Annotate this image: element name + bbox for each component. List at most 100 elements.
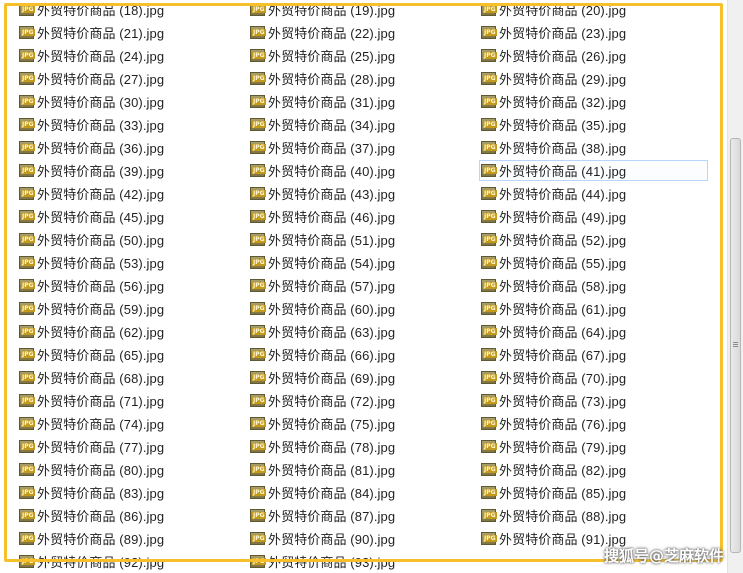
file-item[interactable]: 外贸特价商品 (30).jpg: [17, 91, 248, 112]
file-item[interactable]: 外贸特价商品 (61).jpg: [479, 298, 710, 319]
file-item[interactable]: 外贸特价商品 (35).jpg: [479, 114, 710, 135]
file-item[interactable]: 外贸特价商品 (54).jpg: [248, 252, 479, 273]
jpg-file-icon: [250, 325, 266, 338]
file-item[interactable]: 外贸特价商品 (24).jpg: [17, 45, 248, 66]
file-item[interactable]: 外贸特价商品 (58).jpg: [479, 275, 710, 296]
file-item[interactable]: 外贸特价商品 (36).jpg: [17, 137, 248, 158]
jpg-file-icon: [250, 256, 266, 269]
file-item[interactable]: 外贸特价商品 (85).jpg: [479, 482, 710, 503]
file-item[interactable]: 外贸特价商品 (84).jpg: [248, 482, 479, 503]
file-item[interactable]: 外贸特价商品 (52).jpg: [479, 229, 710, 250]
file-item[interactable]: 外贸特价商品 (21).jpg: [17, 22, 248, 43]
file-item[interactable]: 外贸特价商品 (40).jpg: [248, 160, 479, 181]
file-item[interactable]: 外贸特价商品 (37).jpg: [248, 137, 479, 158]
file-item[interactable]: 外贸特价商品 (66).jpg: [248, 344, 479, 365]
scrollbar-thumb[interactable]: [730, 138, 741, 553]
file-item[interactable]: 外贸特价商品 (44).jpg: [479, 183, 710, 204]
jpg-file-icon: [250, 3, 266, 16]
file-item[interactable]: 外贸特价商品 (41).jpg: [479, 160, 708, 181]
file-name: 外贸特价商品 (33).jpg: [37, 118, 165, 133]
file-item[interactable]: 外贸特价商品 (43).jpg: [248, 183, 479, 204]
file-item[interactable]: 外贸特价商品 (88).jpg: [479, 505, 710, 526]
jpg-file-icon: [250, 555, 266, 568]
file-item[interactable]: 外贸特价商品 (26).jpg: [479, 45, 710, 66]
file-item[interactable]: 外贸特价商品 (83).jpg: [17, 482, 248, 503]
file-item[interactable]: 外贸特价商品 (46).jpg: [248, 206, 479, 227]
vertical-scrollbar[interactable]: [727, 0, 743, 573]
file-item[interactable]: 外贸特价商品 (60).jpg: [248, 298, 479, 319]
jpg-file-icon: [19, 509, 35, 522]
file-item[interactable]: 外贸特价商品 (25).jpg: [248, 45, 479, 66]
file-item[interactable]: 外贸特价商品 (19).jpg: [248, 0, 479, 20]
file-item[interactable]: 外贸特价商品 (72).jpg: [248, 390, 479, 411]
file-item[interactable]: 外贸特价商品 (45).jpg: [17, 206, 248, 227]
file-item[interactable]: 外贸特价商品 (79).jpg: [479, 436, 710, 457]
file-item[interactable]: 外贸特价商品 (90).jpg: [248, 528, 479, 549]
file-item[interactable]: 外贸特价商品 (42).jpg: [17, 183, 248, 204]
jpg-file-icon: [481, 486, 497, 499]
jpg-file-icon: [19, 325, 35, 338]
file-item[interactable]: 外贸特价商品 (57).jpg: [248, 275, 479, 296]
file-item[interactable]: 外贸特价商品 (59).jpg: [17, 298, 248, 319]
file-item[interactable]: 外贸特价商品 (75).jpg: [248, 413, 479, 434]
file-item[interactable]: 外贸特价商品 (38).jpg: [479, 137, 710, 158]
thumb-grip-line: [733, 344, 738, 345]
file-item[interactable]: 外贸特价商品 (55).jpg: [479, 252, 710, 273]
file-item[interactable]: 外贸特价商品 (67).jpg: [479, 344, 710, 365]
file-item[interactable]: 外贸特价商品 (32).jpg: [479, 91, 710, 112]
file-item[interactable]: 外贸特价商品 (31).jpg: [248, 91, 479, 112]
file-name: 外贸特价商品 (46).jpg: [268, 210, 396, 225]
jpg-file-icon: [481, 279, 497, 292]
file-name: 外贸特价商品 (19).jpg: [268, 3, 396, 18]
file-name: 外贸特价商品 (57).jpg: [268, 279, 396, 294]
file-item[interactable]: 外贸特价商品 (78).jpg: [248, 436, 479, 457]
file-item[interactable]: 外贸特价商品 (77).jpg: [17, 436, 248, 457]
file-name: 外贸特价商品 (73).jpg: [499, 394, 627, 409]
file-item[interactable]: 外贸特价商品 (34).jpg: [248, 114, 479, 135]
file-item[interactable]: 外贸特价商品 (93).jpg: [248, 551, 479, 572]
file-item[interactable]: 外贸特价商品 (73).jpg: [479, 390, 710, 411]
file-item[interactable]: 外贸特价商品 (69).jpg: [248, 367, 479, 388]
file-item[interactable]: 外贸特价商品 (71).jpg: [17, 390, 248, 411]
file-item[interactable]: 外贸特价商品 (65).jpg: [17, 344, 248, 365]
file-item[interactable]: 外贸特价商品 (27).jpg: [17, 68, 248, 89]
file-item[interactable]: 外贸特价商品 (51).jpg: [248, 229, 479, 250]
file-name: 外贸特价商品 (34).jpg: [268, 118, 396, 133]
file-item[interactable]: 外贸特价商品 (56).jpg: [17, 275, 248, 296]
file-item[interactable]: 外贸特价商品 (82).jpg: [479, 459, 710, 480]
jpg-file-icon: [19, 279, 35, 292]
file-item[interactable]: 外贸特价商品 (64).jpg: [479, 321, 710, 342]
file-item[interactable]: 外贸特价商品 (39).jpg: [17, 160, 248, 181]
jpg-file-icon: [481, 325, 497, 338]
file-item[interactable]: 外贸特价商品 (28).jpg: [248, 68, 479, 89]
file-item[interactable]: 外贸特价商品 (76).jpg: [479, 413, 710, 434]
jpg-file-icon: [481, 72, 497, 85]
jpg-file-icon: [19, 486, 35, 499]
file-name: 外贸特价商品 (60).jpg: [268, 302, 396, 317]
file-item[interactable]: 外贸特价商品 (20).jpg: [479, 0, 710, 20]
file-item[interactable]: 外贸特价商品 (87).jpg: [248, 505, 479, 526]
file-item[interactable]: 外贸特价商品 (70).jpg: [479, 367, 710, 388]
file-item[interactable]: 外贸特价商品 (23).jpg: [479, 22, 710, 43]
file-item[interactable]: 外贸特价商品 (92).jpg: [17, 551, 248, 572]
jpg-file-icon: [250, 187, 266, 200]
file-item[interactable]: 外贸特价商品 (29).jpg: [479, 68, 710, 89]
file-item[interactable]: 外贸特价商品 (74).jpg: [17, 413, 248, 434]
file-list-view[interactable]: 外贸特价商品 (18).jpg 外贸特价商品 (19).jpg 外贸特价商品 (20…: [0, 0, 727, 573]
file-name: 外贸特价商品 (50).jpg: [37, 233, 165, 248]
file-item[interactable]: 外贸特价商品 (33).jpg: [17, 114, 248, 135]
file-item[interactable]: 外贸特价商品 (81).jpg: [248, 459, 479, 480]
file-item[interactable]: 外贸特价商品 (50).jpg: [17, 229, 248, 250]
file-item[interactable]: 外贸特价商品 (53).jpg: [17, 252, 248, 273]
file-item[interactable]: 外贸特价商品 (22).jpg: [248, 22, 479, 43]
file-item[interactable]: 外贸特价商品 (86).jpg: [17, 505, 248, 526]
file-item[interactable]: 外贸特价商品 (68).jpg: [17, 367, 248, 388]
file-item[interactable]: 外贸特价商品 (62).jpg: [17, 321, 248, 342]
file-item[interactable]: 外贸特价商品 (80).jpg: [17, 459, 248, 480]
file-item[interactable]: 外贸特价商品 (18).jpg: [17, 0, 248, 20]
file-item[interactable]: 外贸特价商品 (63).jpg: [248, 321, 479, 342]
jpg-file-icon: [481, 233, 497, 246]
file-item[interactable]: 外贸特价商品 (49).jpg: [479, 206, 710, 227]
file-item[interactable]: 外贸特价商品 (89).jpg: [17, 528, 248, 549]
jpg-file-icon: [250, 463, 266, 476]
